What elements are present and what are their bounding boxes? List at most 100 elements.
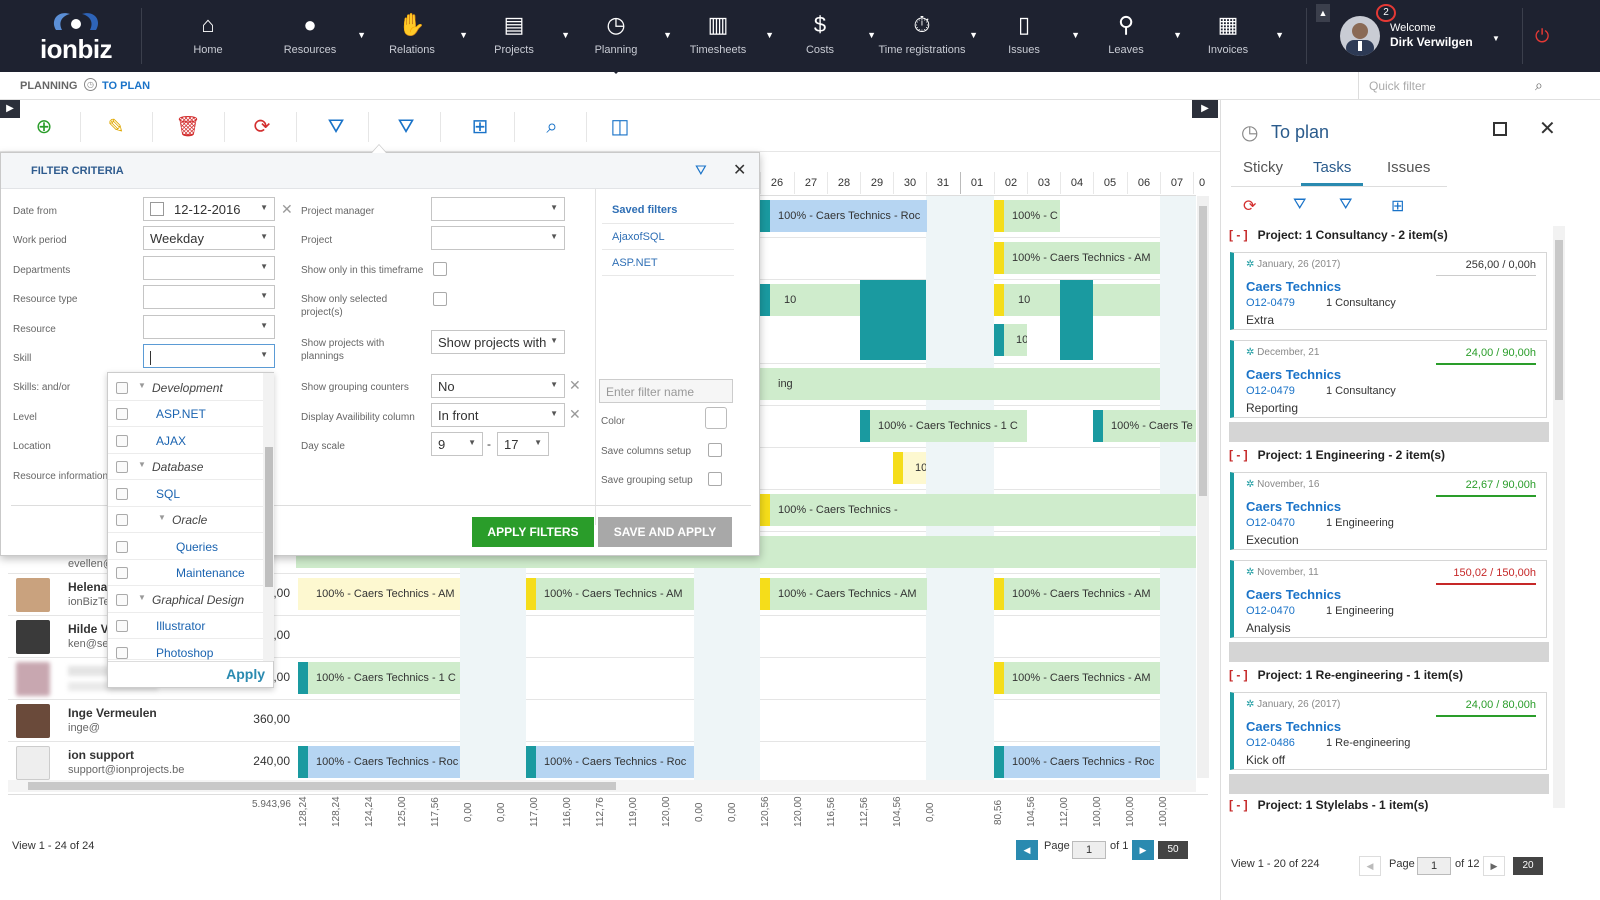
departments-select[interactable]: ▼ xyxy=(143,256,275,280)
task-card[interactable]: ✲ November, 16 22,67 / 90,00h Caers Tech… xyxy=(1230,472,1547,550)
delete-icon[interactable]: 🗑 xyxy=(170,114,206,140)
user-menu[interactable]: 2 Welcome Dirk Verwilgen ▼ xyxy=(1340,4,1540,60)
skill-checkbox[interactable] xyxy=(116,408,128,420)
search-icon[interactable]: ⌕ xyxy=(1535,77,1543,94)
show-only-selected-checkbox[interactable] xyxy=(433,292,447,306)
task-card[interactable]: ✲ November, 11 150,02 / 150,00h Caers Te… xyxy=(1230,560,1547,638)
skill-checkbox[interactable] xyxy=(116,514,128,526)
skill-option[interactable]: Photoshop xyxy=(108,640,263,660)
date-from-picker[interactable]: 12-12-2016 ▼ xyxy=(143,197,275,221)
refresh-icon[interactable]: ⟳ xyxy=(244,114,280,140)
planning-bar[interactable]: 10 xyxy=(893,452,926,484)
planning-bar[interactable]: 100% - Caers Te xyxy=(1093,410,1196,442)
nav-home[interactable]: ⌂ Home xyxy=(160,10,256,66)
expand-right-button[interactable]: ▶ xyxy=(1192,100,1218,118)
skill-option[interactable]: Illustrator xyxy=(108,613,263,639)
filter-name-input[interactable]: Enter filter name xyxy=(599,379,733,403)
skill-option[interactable]: ▼ Database xyxy=(108,454,263,480)
close-icon[interactable]: ✕ xyxy=(1539,116,1556,141)
grouping-icon[interactable]: ⊞ xyxy=(1391,196,1404,216)
nav-issues[interactable]: ▯ Issues ▼ xyxy=(976,10,1080,66)
skill-option[interactable]: Maintenance xyxy=(108,560,263,586)
skill-scrollbar[interactable] xyxy=(263,373,274,661)
page-size-select[interactable]: 50 xyxy=(1158,841,1188,859)
task-client[interactable]: Caers Technics xyxy=(1246,279,1341,294)
planning-bar[interactable]: 100% - Caers Technics - AM xyxy=(994,662,1160,694)
scroll-thumb[interactable] xyxy=(265,447,273,587)
nav-costs[interactable]: $ Costs ▼ xyxy=(772,10,876,66)
save-columns-checkbox[interactable] xyxy=(708,443,722,457)
page-size-select[interactable]: 20 xyxy=(1513,857,1543,875)
skill-checkbox[interactable] xyxy=(116,382,128,394)
task-client[interactable]: Caers Technics xyxy=(1246,367,1341,382)
project-group-header[interactable]: [ - ] Project: 1 Re-engineering - 1 item(… xyxy=(1229,668,1549,690)
refresh-icon[interactable]: ⟳ xyxy=(1243,196,1256,216)
task-client[interactable]: Caers Technics xyxy=(1246,499,1341,514)
resource-row[interactable]: ion support support@ionprojects.be 240,0… xyxy=(8,742,296,784)
saved-filter-item[interactable]: AjaxofSQL xyxy=(612,231,665,243)
skill-option[interactable]: AJAX xyxy=(108,428,263,454)
grid-horizontal-scrollbar[interactable] xyxy=(8,780,1196,792)
task-project-code[interactable]: O12-0486 xyxy=(1246,737,1295,749)
clear-filter-icon[interactable]: ⛛ xyxy=(388,114,424,140)
skill-checkbox[interactable] xyxy=(116,620,128,632)
nav-resources[interactable]: ● Resources ▼ xyxy=(262,10,366,66)
page-input[interactable]: 1 xyxy=(1072,841,1106,859)
task-project-code[interactable]: O12-0479 xyxy=(1246,385,1295,397)
nav-planning[interactable]: ◷ Planning ▼ xyxy=(568,10,672,74)
chevron-down-icon[interactable]: ▼ xyxy=(1275,30,1284,40)
task-project-code[interactable]: O12-0470 xyxy=(1246,605,1295,617)
skill-select[interactable]: ▼ xyxy=(143,344,275,368)
skill-option[interactable]: ▼ Development xyxy=(108,375,263,401)
nav-time-registrations[interactable]: ⏱ Time registrations ▼ xyxy=(874,10,978,66)
grouping-icon[interactable]: ⊞ xyxy=(462,114,498,140)
maximize-icon[interactable] xyxy=(1493,122,1507,136)
skill-checkbox[interactable] xyxy=(116,594,128,606)
zoom-icon[interactable]: ⌕ xyxy=(534,114,570,140)
show-projects-with-select[interactable]: Show projects with ▼ xyxy=(431,330,565,354)
skill-option[interactable]: Queries xyxy=(108,534,263,560)
task-card[interactable]: ✲ January, 26 (2017) 256,00 / 0,00h Caer… xyxy=(1230,252,1547,330)
clear-filter-icon[interactable]: ⛛ xyxy=(1339,196,1352,214)
expand-left-button[interactable]: ▶ xyxy=(0,100,20,118)
project-group-header[interactable]: [ - ] Project: 1 Engineering - 2 item(s) xyxy=(1229,448,1549,470)
scroll-thumb[interactable] xyxy=(1555,240,1563,400)
previous-page-button[interactable]: ◀ xyxy=(1359,856,1381,876)
saved-filter-item[interactable]: ASP.NET xyxy=(612,257,658,269)
save-and-apply-button[interactable]: SAVE AND APPLY xyxy=(598,517,732,547)
skill-checkbox[interactable] xyxy=(116,541,128,553)
to-plan-scrollbar[interactable] xyxy=(1553,226,1565,808)
apply-filters-button[interactable]: APPLY FILTERS xyxy=(472,517,594,547)
planning-bar[interactable]: 100% - Caers Technics - AM xyxy=(994,578,1160,610)
planning-bar[interactable]: 100% - Caers Technics - AM xyxy=(760,578,927,610)
project-group-header[interactable]: [ - ] Project: 1 Consultancy - 2 item(s) xyxy=(1229,228,1549,250)
nav-invoices[interactable]: ▦ Invoices ▼ xyxy=(1180,10,1284,66)
resource-row[interactable]: Inge Vermeulen inge@ 360,00 xyxy=(8,700,296,742)
grouping-counters-select[interactable]: No ▼ xyxy=(431,374,565,398)
planning-bar[interactable] xyxy=(1060,280,1093,360)
skill-checkbox[interactable] xyxy=(116,647,128,659)
skill-checkbox[interactable] xyxy=(116,567,128,579)
next-page-button[interactable]: ▶ xyxy=(1132,840,1154,860)
clear-filter-icon[interactable]: ⛛ xyxy=(695,162,707,179)
skill-apply-button[interactable]: Apply xyxy=(226,666,265,682)
nav-projects[interactable]: ▤ Projects ▼ xyxy=(466,10,570,66)
planning-bar[interactable] xyxy=(860,280,926,360)
task-project-code[interactable]: O12-0470 xyxy=(1246,517,1295,529)
project-manager-select[interactable]: ▼ xyxy=(431,197,565,221)
add-icon[interactable]: ⊕ xyxy=(26,114,62,140)
planning-bar[interactable]: 100% - Caers Technics - Roc xyxy=(994,746,1160,778)
calendar-icon[interactable] xyxy=(150,202,164,216)
skill-checkbox[interactable] xyxy=(116,435,128,447)
task-project-code[interactable]: O12-0479 xyxy=(1246,297,1295,309)
previous-page-button[interactable]: ◀ xyxy=(1016,840,1038,860)
nav-timesheets[interactable]: ▥ Timesheets ▼ xyxy=(670,10,774,66)
task-client[interactable]: Caers Technics xyxy=(1246,587,1341,602)
project-group-header[interactable]: [ - ] Project: 1 Stylelabs - 1 item(s) xyxy=(1229,798,1549,812)
scroll-thumb[interactable] xyxy=(1199,206,1207,496)
skill-checkbox[interactable] xyxy=(116,461,128,473)
planning-bar[interactable]: 100% - Caers Technics - Roc xyxy=(760,200,927,232)
expand-icon[interactable]: ▼ xyxy=(138,593,146,602)
scroll-thumb[interactable] xyxy=(28,782,616,790)
planning-bar[interactable]: 10 xyxy=(994,324,1027,356)
